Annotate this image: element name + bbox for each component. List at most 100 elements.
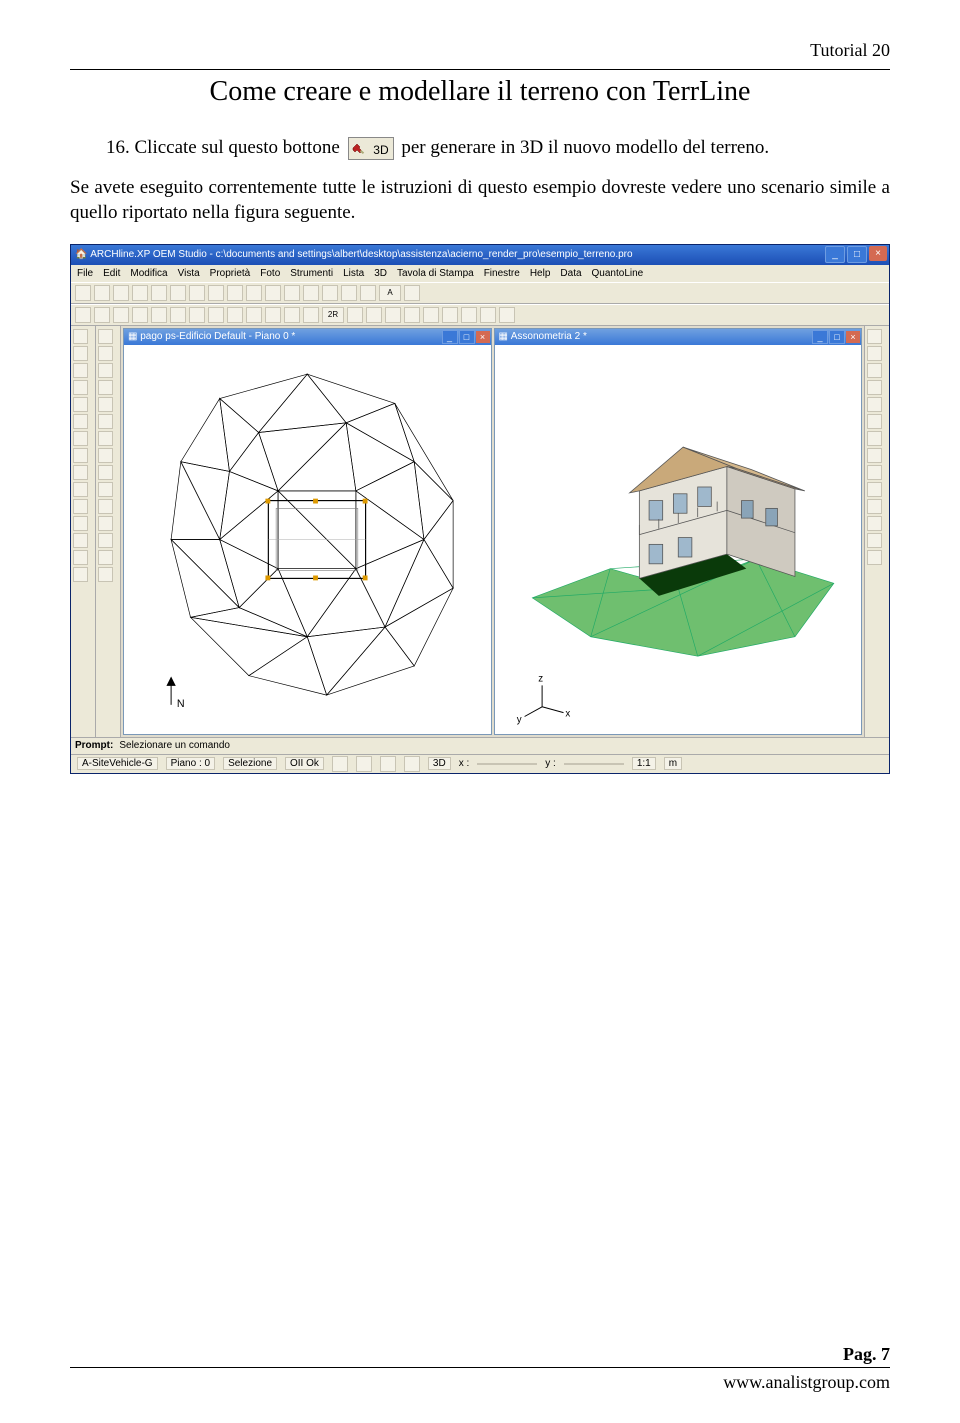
tool-icon[interactable] (73, 516, 88, 531)
toolbar-icon[interactable] (151, 307, 167, 323)
tool-icon[interactable] (98, 363, 113, 378)
menu-item[interactable]: Vista (178, 268, 200, 279)
toolbar-icon[interactable] (113, 285, 129, 301)
toolbar-icon[interactable] (385, 307, 401, 323)
toolbar-icon[interactable] (303, 285, 319, 301)
tool-icon[interactable] (867, 329, 882, 344)
toolbar-icon[interactable] (480, 307, 496, 323)
tool-icon[interactable] (73, 397, 88, 412)
toolbar-icon[interactable] (94, 285, 110, 301)
tool-icon[interactable] (73, 550, 88, 565)
tool-icon[interactable] (73, 380, 88, 395)
menu-item[interactable]: Tavola di Stampa (397, 268, 474, 279)
tool-icon[interactable] (73, 448, 88, 463)
status-selezione[interactable]: Selezione (223, 757, 277, 770)
toolbar-icon[interactable] (423, 307, 439, 323)
tool-icon[interactable] (73, 329, 88, 344)
tool-icon[interactable] (98, 397, 113, 412)
tool-icon[interactable] (98, 346, 113, 361)
status-3d[interactable]: 3D (428, 757, 451, 770)
doc-close-button[interactable]: × (846, 331, 860, 343)
tool-icon[interactable] (98, 431, 113, 446)
close-button[interactable]: × (869, 246, 887, 261)
tool-icon[interactable] (73, 346, 88, 361)
doc-minimize-button[interactable]: _ (812, 330, 828, 344)
toolbar-icon[interactable] (341, 285, 357, 301)
toolbar-icon[interactable] (132, 285, 148, 301)
toolbar-icon[interactable] (461, 307, 477, 323)
toolbar-icon[interactable] (132, 307, 148, 323)
toolbar-icon[interactable] (360, 285, 376, 301)
toolbar-icon[interactable] (75, 285, 91, 301)
tool-icon[interactable] (867, 482, 882, 497)
menu-item[interactable]: Foto (260, 268, 280, 279)
tool-icon[interactable] (867, 533, 882, 548)
toolbar-icon[interactable] (246, 285, 262, 301)
status-piano[interactable]: Piano : 0 (166, 757, 215, 770)
toolbar-icon[interactable] (246, 307, 262, 323)
tool-icon[interactable] (98, 465, 113, 480)
toolbar-icon[interactable] (227, 285, 243, 301)
maximize-button[interactable]: □ (847, 246, 867, 263)
toolbar-icon[interactable] (170, 285, 186, 301)
status-layer[interactable]: A-SiteVehicle-G (77, 757, 158, 770)
toolbar-icon[interactable] (113, 307, 129, 323)
toolbar-icon[interactable] (94, 307, 110, 323)
toolbar-icon[interactable] (347, 307, 363, 323)
status-icon[interactable] (404, 756, 420, 772)
status-icon[interactable] (380, 756, 396, 772)
toolbar-icon[interactable] (284, 285, 300, 301)
toolbar-icon[interactable] (170, 307, 186, 323)
toolbar-icon[interactable] (404, 285, 420, 301)
tool-icon[interactable] (73, 567, 88, 582)
tool-icon[interactable] (867, 465, 882, 480)
status-x-field[interactable] (477, 763, 537, 765)
toolbar-icon[interactable] (284, 307, 300, 323)
tool-icon[interactable] (867, 397, 882, 412)
toolbar-icon[interactable] (189, 285, 205, 301)
tool-icon[interactable] (73, 499, 88, 514)
tool-icon[interactable] (73, 465, 88, 480)
toolbar-icon[interactable] (227, 307, 243, 323)
toolbar-icon[interactable] (303, 307, 319, 323)
toolbar-icon[interactable]: 2R (322, 307, 344, 323)
toolbar-icon[interactable] (208, 307, 224, 323)
menu-item[interactable]: QuantoLine (592, 268, 644, 279)
menu-item[interactable]: Edit (103, 268, 120, 279)
menu-item[interactable]: Help (530, 268, 551, 279)
menu-item[interactable]: 3D (374, 268, 387, 279)
plan-canvas[interactable]: N (124, 345, 491, 734)
menu-item[interactable]: Modifica (130, 268, 167, 279)
tool-icon[interactable] (98, 533, 113, 548)
status-y-field[interactable] (564, 763, 624, 765)
tool-icon[interactable] (867, 363, 882, 378)
tool-icon[interactable] (98, 380, 113, 395)
toolbar-icon[interactable] (151, 285, 167, 301)
doc-close-button[interactable]: × (476, 331, 490, 343)
toolbar-icon[interactable]: A (379, 285, 401, 301)
tool-icon[interactable] (73, 414, 88, 429)
status-scale[interactable]: 1:1 (632, 757, 656, 770)
tool-icon[interactable] (98, 329, 113, 344)
minimize-button[interactable]: _ (825, 246, 845, 263)
menu-item[interactable]: Lista (343, 268, 364, 279)
tool-icon[interactable] (867, 346, 882, 361)
toolbar-icon[interactable] (189, 307, 205, 323)
menu-item[interactable]: Data (560, 268, 581, 279)
tool-icon[interactable] (73, 363, 88, 378)
tool-icon[interactable] (867, 414, 882, 429)
tool-icon[interactable] (867, 516, 882, 531)
tool-icon[interactable] (867, 380, 882, 395)
menu-item[interactable]: Finestre (484, 268, 520, 279)
doc-maximize-button[interactable]: □ (459, 330, 475, 344)
toolbar-icon[interactable] (404, 307, 420, 323)
status-unit[interactable]: m (664, 757, 682, 770)
doc-maximize-button[interactable]: □ (829, 330, 845, 344)
status-icon[interactable] (356, 756, 372, 772)
tool-icon[interactable] (98, 482, 113, 497)
toolbar-icon[interactable] (75, 307, 91, 323)
tool-icon[interactable] (98, 550, 113, 565)
menu-item[interactable]: Strumenti (290, 268, 333, 279)
tool-icon[interactable] (73, 431, 88, 446)
tool-icon[interactable] (98, 448, 113, 463)
